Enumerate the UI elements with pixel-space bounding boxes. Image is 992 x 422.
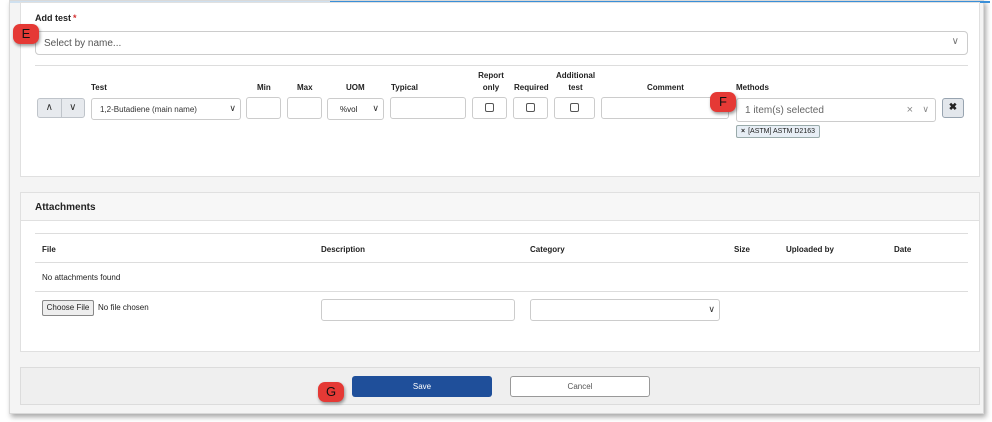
- header-uom: UOM: [346, 83, 365, 92]
- add-test-label: Add test *: [35, 13, 77, 23]
- test-search-select[interactable]: Select by name... ∨: [35, 31, 968, 55]
- chevron-down-icon: ∨: [922, 104, 929, 114]
- min-input[interactable]: [246, 97, 281, 119]
- marker-f: F: [710, 92, 736, 112]
- test-select-value: 1,2-Butadiene (main name): [100, 105, 197, 114]
- attachments-title: Attachments: [21, 193, 979, 221]
- required-mark: *: [73, 13, 77, 23]
- uom-select-value: %vol: [340, 105, 358, 114]
- header-uploaded-by: Uploaded by: [786, 245, 835, 254]
- remove-row-button[interactable]: ✖: [942, 98, 964, 118]
- test-search-placeholder: Select by name...: [44, 38, 122, 49]
- typical-input[interactable]: [390, 97, 466, 119]
- attachments-panel: Attachments File Description Category Si…: [20, 192, 980, 352]
- marker-g: G: [318, 382, 344, 402]
- chevron-down-icon: ∨: [708, 304, 715, 314]
- header-typical: Typical: [391, 83, 418, 92]
- header-report-only: Report only: [478, 71, 504, 92]
- divider: [35, 233, 968, 234]
- divider: [35, 262, 968, 263]
- additional-test-checkbox[interactable]: [570, 103, 579, 112]
- choose-file-button[interactable]: Choose File: [42, 300, 94, 316]
- category-select[interactable]: ∨: [530, 299, 720, 321]
- header-size: Size: [734, 245, 751, 254]
- cancel-button[interactable]: Cancel: [510, 376, 650, 397]
- header-comment: Comment: [647, 83, 684, 92]
- header-description: Description: [321, 245, 366, 254]
- header-test: Test: [91, 83, 107, 92]
- clear-icon[interactable]: ×: [907, 104, 913, 116]
- save-button[interactable]: Save: [352, 376, 492, 397]
- no-file-text: No file chosen: [98, 303, 149, 312]
- add-test-panel: Add test * Select by name... ∨ Test Min M…: [20, 2, 980, 177]
- header-additional-test: Additional test: [555, 71, 596, 92]
- max-input[interactable]: [287, 97, 322, 119]
- divider: [35, 65, 968, 66]
- header-category: Category: [530, 245, 565, 254]
- test-select[interactable]: 1,2-Butadiene (main name) ∨: [91, 98, 241, 120]
- move-down-button[interactable]: ∨: [60, 99, 85, 117]
- header-methods: Methods: [736, 83, 769, 92]
- header-required: Required: [514, 83, 549, 92]
- row-order-buttons: ∧ ∨: [37, 98, 85, 118]
- required-checkbox[interactable]: [526, 103, 535, 112]
- chevron-down-icon: ∨: [229, 103, 236, 113]
- header-min: Min: [257, 83, 271, 92]
- methods-summary: 1 item(s) selected: [745, 105, 824, 116]
- header-file: File: [42, 245, 56, 254]
- chip-remove-icon[interactable]: ×: [741, 128, 745, 135]
- header-max: Max: [297, 83, 313, 92]
- chevron-down-icon: ∨: [951, 36, 959, 47]
- move-up-button[interactable]: ∧: [38, 99, 61, 117]
- divider: [35, 291, 968, 292]
- empty-message: No attachments found: [42, 273, 121, 282]
- chevron-down-icon: ∨: [372, 103, 379, 113]
- form-footer: Save Cancel: [20, 367, 980, 405]
- uom-select[interactable]: %vol ∨: [327, 98, 384, 120]
- header-date: Date: [894, 245, 912, 254]
- methods-multiselect[interactable]: 1 item(s) selected × ∨: [736, 98, 936, 122]
- method-chip: × [ASTM] ASTM D2163: [736, 125, 821, 138]
- marker-e: E: [13, 24, 39, 44]
- description-input[interactable]: [321, 299, 515, 321]
- method-chip-label: [ASTM] ASTM D2163: [748, 128, 816, 135]
- report-only-checkbox[interactable]: [485, 103, 494, 112]
